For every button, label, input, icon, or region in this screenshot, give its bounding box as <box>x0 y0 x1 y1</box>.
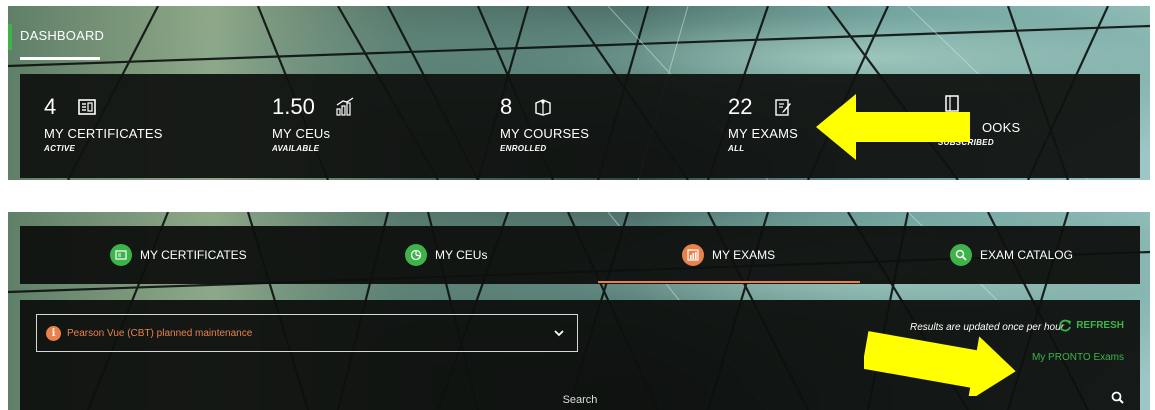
tab-label: MY CERTIFICATES <box>140 248 247 262</box>
highlight-arrow-icon <box>816 94 970 160</box>
stat-courses[interactable]: 8 MY COURSES ENROLLED <box>500 94 589 153</box>
page-title: DASHBOARD <box>20 28 105 43</box>
dashboard-panel: DASHBOARD 4 MY CERTIFICATES ACTIVE 1.50 … <box>8 6 1150 180</box>
tab-label: MY CEUs <box>435 248 488 262</box>
stat-sublabel: ENROLLED <box>500 144 547 153</box>
info-icon: i <box>46 325 61 341</box>
pie-chart-icon <box>405 244 427 266</box>
stats-bar: 4 MY CERTIFICATES ACTIVE 1.50 MY CEUs AV… <box>20 74 1140 178</box>
stat-value: 4 <box>44 94 57 119</box>
tab-label: MY EXAMS <box>712 248 776 262</box>
highlight-arrow-icon <box>864 331 1016 396</box>
stat-value: 8 <box>500 94 513 119</box>
tab-label: EXAM CATALOG <box>980 248 1073 262</box>
tab-my-ceus[interactable]: MY CEUs <box>405 226 487 284</box>
search-icon[interactable] <box>1111 391 1124 409</box>
stat-label: MY EXAMS <box>728 126 798 141</box>
certificate-icon <box>110 244 132 266</box>
tab-my-certificates[interactable]: MY CERTIFICATES <box>110 226 247 284</box>
tabs-bar: MY CERTIFICATES MY CEUs MY EXAMS EXAM CA… <box>20 226 1140 284</box>
refresh-label: REFRESH <box>1076 320 1124 331</box>
certificate-icon <box>77 97 97 117</box>
courses-icon <box>533 97 553 117</box>
tab-exam-catalog[interactable]: EXAM CATALOG <box>950 226 1073 284</box>
maintenance-notice: Pearson Vue (CBT) planned maintenance <box>67 327 253 339</box>
exam-edit-icon <box>773 97 793 117</box>
growth-chart-icon <box>335 97 355 117</box>
bar-chart-icon <box>682 244 704 266</box>
pronto-exams-link[interactable]: My PRONTO Exams <box>1032 352 1124 363</box>
tab-my-exams[interactable]: MY EXAMS <box>682 226 775 284</box>
stat-value: 1.50 <box>272 94 315 119</box>
stat-value: 22 <box>728 94 753 119</box>
chevron-down-icon <box>553 326 565 344</box>
refresh-button[interactable]: REFRESH <box>1059 319 1124 332</box>
refresh-icon <box>1059 319 1072 332</box>
maintenance-dropdown[interactable]: i Pearson Vue (CBT) planned maintenance <box>36 314 578 352</box>
exams-panel: MY CERTIFICATES MY CEUs MY EXAMS EXAM CA… <box>8 212 1150 410</box>
stat-exams[interactable]: 22 MY EXAMS ALL <box>728 94 798 153</box>
stat-certificates[interactable]: 4 MY CERTIFICATES ACTIVE <box>44 94 163 153</box>
stat-sublabel: ALL <box>728 144 745 153</box>
title-underline <box>20 57 100 60</box>
search-icon <box>950 244 972 266</box>
stat-label: MY CEUs <box>272 126 331 141</box>
active-tab-indicator <box>598 281 860 283</box>
stat-sublabel: AVAILABLE <box>272 144 320 153</box>
active-indicator <box>8 24 12 50</box>
stat-ceus[interactable]: 1.50 MY CEUs AVAILABLE <box>272 94 355 153</box>
stat-label: MY CERTIFICATES <box>44 126 163 141</box>
stat-label: MY COURSES <box>500 126 590 141</box>
stat-sublabel: ACTIVE <box>44 144 76 153</box>
